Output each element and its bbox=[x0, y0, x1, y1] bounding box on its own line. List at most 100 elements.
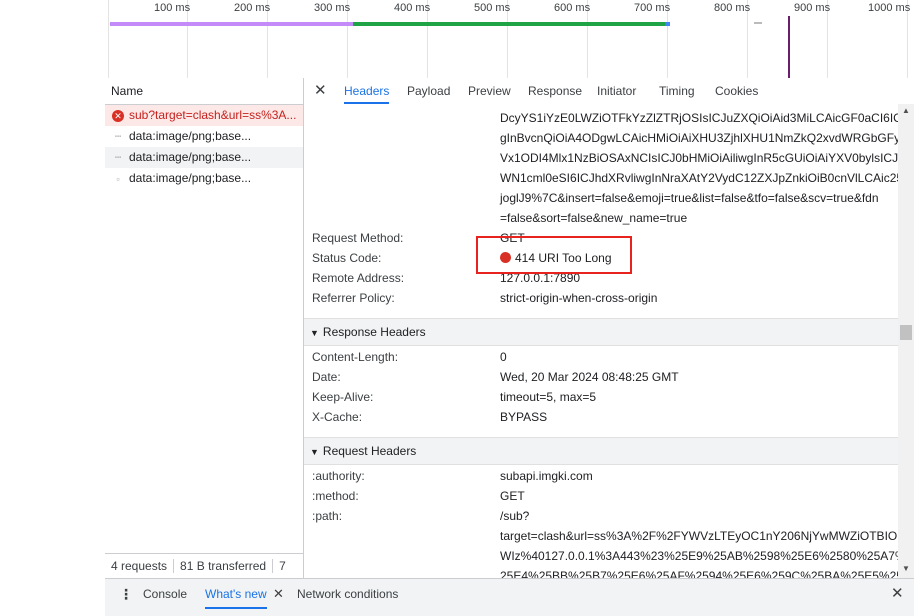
request-name: data:image/png;base... bbox=[129, 129, 252, 143]
request-url-value: DcyYS1iYzE0LWZiOTFkYzZlZTRjOSIsICJuZXQiO… bbox=[500, 108, 898, 228]
tab-initiator[interactable]: Initiator bbox=[597, 78, 636, 104]
header-key: :authority: bbox=[312, 469, 365, 483]
header-key: Date: bbox=[312, 370, 341, 384]
tab-timing[interactable]: Timing bbox=[659, 78, 695, 104]
tab-payload[interactable]: Payload bbox=[407, 78, 450, 104]
tab-cookies[interactable]: Cookies bbox=[715, 78, 758, 104]
status-bar: 4 requests 81 B transferred 7 bbox=[105, 553, 303, 578]
header-row: Content-Length: 0 bbox=[304, 347, 898, 367]
header-row: Date: Wed, 20 Mar 2024 08:48:25 GMT bbox=[304, 367, 898, 387]
header-value: timeout=5, max=5 bbox=[500, 390, 597, 404]
section-title: Response Headers bbox=[322, 325, 426, 339]
close-tab-icon[interactable]: ✕ bbox=[273, 579, 284, 609]
url-line: gInBvcnQiOiA4ODgwLCAicHMiOiAiXHU3ZjhlXHU… bbox=[500, 131, 898, 145]
scroll-down-icon[interactable]: ▼ bbox=[902, 564, 910, 573]
header-row: Keep-Alive: timeout=5, max=5 bbox=[304, 387, 898, 407]
timeline-label: 200 ms bbox=[234, 2, 271, 14]
header-value: 0 bbox=[500, 350, 507, 364]
scrollbar[interactable]: ▲ ▼ bbox=[898, 104, 914, 578]
header-value: strict-origin-when-cross-origin bbox=[500, 291, 658, 305]
status-highlight-box bbox=[476, 236, 632, 274]
scroll-up-icon[interactable]: ▲ bbox=[902, 106, 910, 115]
tab-whats-new[interactable]: What's new bbox=[205, 579, 267, 609]
error-icon: ✕ bbox=[111, 106, 125, 126]
request-row[interactable]: ✕ sub?target=clash&url=ss%3A... bbox=[105, 105, 303, 126]
header-key: X-Cache: bbox=[312, 410, 363, 424]
timeline-tick bbox=[108, 0, 109, 78]
url-line: Vx1ODI4Mlx1NzBiOSAxNCIsICJ0bHMiOiAiliwgI… bbox=[500, 151, 898, 165]
transferred-size: 81 B transferred bbox=[174, 559, 274, 573]
header-value: subapi.imgki.com bbox=[500, 469, 593, 483]
timeline-label: 700 ms bbox=[634, 2, 671, 14]
close-drawer-icon[interactable]: ✕ bbox=[891, 579, 904, 609]
timeline-label: 400 ms bbox=[394, 2, 431, 14]
path-value: target=clash&url=ss%3A%2F%2FYWVzLTEyOC1n… bbox=[500, 526, 898, 578]
timeline-overview[interactable]: 100 ms 200 ms 300 ms 400 ms 500 ms 600 m… bbox=[0, 0, 914, 79]
timeline-label: 300 ms bbox=[314, 2, 351, 14]
response-headers-section[interactable]: ▼ Response Headers bbox=[304, 318, 898, 346]
request-row[interactable]: ┄ data:image/png;base... bbox=[105, 147, 303, 168]
close-icon[interactable]: ✕ bbox=[314, 81, 327, 99]
timeline-waiting-bar bbox=[110, 22, 353, 26]
section-title: Request Headers bbox=[322, 444, 417, 458]
timeline-label: 1000 ms bbox=[868, 2, 911, 14]
name-column-header[interactable]: Name bbox=[105, 78, 303, 105]
tab-headers[interactable]: Headers bbox=[344, 78, 390, 104]
request-count: 4 requests bbox=[105, 559, 175, 573]
request-row[interactable]: ┄ data:image/png;base... bbox=[105, 126, 303, 147]
timeline-label: 500 ms bbox=[474, 2, 511, 14]
header-key: Keep-Alive: bbox=[312, 390, 374, 404]
request-name: data:image/png;base... bbox=[129, 171, 252, 185]
drawer-menu-icon[interactable]: ⋮ bbox=[119, 579, 133, 609]
request-name: data:image/png;base... bbox=[129, 150, 252, 164]
collapse-triangle-icon: ▼ bbox=[310, 328, 319, 338]
resources-size: 7 bbox=[279, 559, 286, 573]
header-value: Wed, 20 Mar 2024 08:48:25 GMT bbox=[500, 370, 679, 384]
header-value: GET bbox=[500, 489, 525, 503]
scrollbar-thumb[interactable] bbox=[900, 325, 912, 340]
header-row: X-Cache: BYPASS bbox=[304, 407, 898, 427]
image-icon: ┄ bbox=[114, 131, 122, 143]
path-line: WIz%40127.0.0.1%3A443%23%25E9%25AB%2598%… bbox=[500, 549, 898, 563]
detail-tabs: ✕ Headers Payload Preview Response Initi… bbox=[304, 78, 914, 105]
header-row: Referrer Policy: strict-origin-when-cros… bbox=[304, 288, 898, 308]
tab-network-conditions[interactable]: Network conditions bbox=[297, 579, 398, 609]
timeline-label: 600 ms bbox=[554, 2, 591, 14]
timeline-label: 100 ms bbox=[154, 2, 191, 14]
timeline-small-bar bbox=[754, 22, 762, 24]
tab-console[interactable]: Console bbox=[143, 579, 187, 609]
timeline-label: 800 ms bbox=[714, 2, 751, 14]
tab-response[interactable]: Response bbox=[528, 78, 582, 104]
document-icon: ▫ bbox=[116, 174, 120, 184]
request-row[interactable]: ▫ data:image/png;base... bbox=[105, 168, 303, 189]
request-list: Name ✕ sub?target=clash&url=ss%3A... ┄ dat… bbox=[105, 78, 304, 578]
header-key: Content-Length: bbox=[312, 350, 399, 364]
path-line: target=clash&url=ss%3A%2F%2FYWVzLTEyOC1n… bbox=[500, 529, 898, 543]
request-headers-section[interactable]: ▼ Request Headers bbox=[304, 437, 898, 465]
url-line: =false&sort=false&new_name=true bbox=[500, 211, 688, 225]
collapse-triangle-icon: ▼ bbox=[310, 447, 319, 457]
header-key: Referrer Policy: bbox=[312, 291, 395, 305]
header-value: BYPASS bbox=[500, 410, 548, 424]
header-row: :authority: subapi.imgki.com bbox=[304, 466, 898, 486]
tab-preview[interactable]: Preview bbox=[468, 78, 511, 104]
header-key: Remote Address: bbox=[312, 271, 405, 285]
left-margin bbox=[0, 78, 105, 615]
timeline-load-marker bbox=[788, 16, 790, 78]
header-key: Status Code: bbox=[312, 251, 382, 265]
timeline-end-bar bbox=[665, 22, 670, 26]
path-line: 25E4%25BB%25B7%25E6%25AF%2594%25E6%259C%… bbox=[500, 569, 898, 578]
header-key: :path: bbox=[312, 509, 343, 523]
image-icon: ┄ bbox=[114, 152, 122, 164]
request-name: sub?target=clash&url=ss%3A... bbox=[129, 108, 297, 122]
timeline-download-bar bbox=[353, 22, 669, 26]
header-key: Request Method: bbox=[312, 231, 404, 245]
header-row: :path: /sub? bbox=[304, 506, 898, 526]
headers-panel: DcyYS1iYzE0LWZiOTFkYzZlZTRjOSIsICJuZXQiO… bbox=[304, 104, 898, 578]
timeline-label: 900 ms bbox=[794, 2, 831, 14]
url-line: joglJ9%7C&insert=false&emoji=true&list=f… bbox=[500, 191, 879, 205]
url-line: WN1cml0eSI6ICJhdXRvliwgInNraXAtY2VydC12Z… bbox=[500, 171, 898, 185]
header-value: /sub? bbox=[500, 509, 530, 523]
drawer-tabbar: ⋮ Console What's new ✕ Network condition… bbox=[105, 578, 914, 616]
url-line: DcyYS1iYzE0LWZiOTFkYzZlZTRjOSIsICJuZXQiO… bbox=[500, 111, 898, 125]
